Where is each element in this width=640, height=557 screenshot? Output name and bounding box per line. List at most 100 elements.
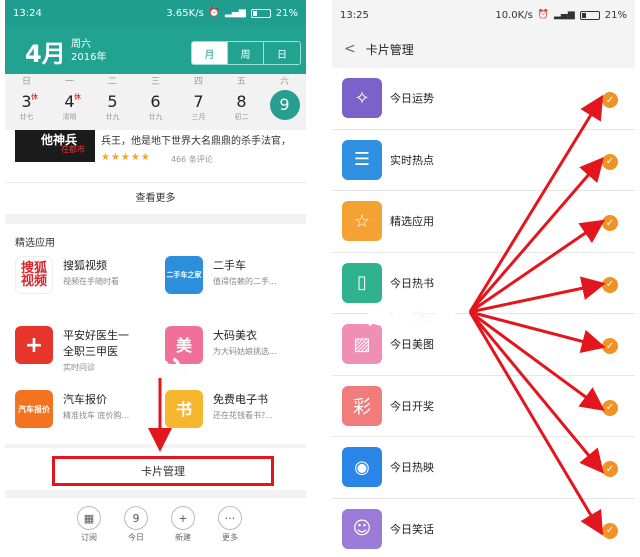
camera-icon: ◉	[342, 447, 382, 487]
medical-icon: +	[15, 326, 53, 364]
card-row[interactable]: ✧ 今日运势 ✓	[332, 68, 635, 130]
weekday-header: 四	[193, 77, 203, 87]
see-more-link[interactable]: 查看更多	[5, 182, 306, 214]
weekday-header: 日	[21, 77, 31, 87]
check-icon[interactable]: ✓	[602, 92, 618, 108]
rating-stars: ★★★★★	[101, 152, 151, 163]
used-car-icon: 二手车之家	[165, 256, 203, 294]
network-speed: 3.65K/s	[166, 7, 204, 19]
status-time: 13:25	[340, 9, 369, 21]
plus-icon: +	[171, 506, 195, 530]
year-label: 2016年	[71, 52, 107, 63]
view-week-tab[interactable]: 周	[228, 42, 264, 64]
lottery-icon: 彩	[342, 385, 382, 426]
card-label: 今日热书	[390, 276, 434, 290]
constellation-icon: ✧	[342, 78, 382, 118]
section-title: 精选应用	[15, 238, 55, 249]
card-manage-screen: 13:25 10.0K/s ⏰ ▂▄▆ 21% < 卡片管理 ✧ 今日运势 ✓ ☰ 实时…	[332, 0, 635, 557]
day-cell[interactable]: 4 休清明	[48, 90, 91, 130]
hot-book-card[interactable]: 他神兵 在都市 兵王，他是地下世界大名鼎鼎的杀手法官， ★★★★★ 466 条评…	[5, 130, 306, 182]
check-icon[interactable]: ✓	[602, 461, 618, 477]
day-cell-today[interactable]: 9	[263, 90, 306, 130]
month-label: 4月	[25, 40, 66, 68]
date-info: 周六 2016年	[71, 38, 106, 64]
page-title: 卡片管理	[365, 42, 414, 57]
check-icon[interactable]: ✓	[602, 153, 618, 170]
choose-close-annotation: 选择关闭	[367, 304, 457, 330]
check-icon[interactable]: ✓	[602, 215, 618, 231]
app-item[interactable]: 汽车报价 汽车报价 精准找车 底价购...	[5, 386, 155, 434]
battery-level: 21%	[275, 7, 298, 19]
status-time: 13:24	[13, 7, 42, 19]
card-label: 实时热点	[390, 153, 434, 167]
nav-subscribe[interactable]: ▦ 订阅	[69, 506, 109, 543]
holiday-badge: 休	[31, 93, 38, 101]
ebook-icon: 书	[165, 390, 203, 428]
grid-icon: ▦	[77, 506, 101, 530]
featured-apps-card: 精选应用 搜狐 视频 搜狐视频 视频在手随时看 二手车之家 二手车 值得信赖的二手…	[5, 224, 306, 444]
battery-level: 21%	[604, 9, 627, 21]
check-icon[interactable]: ✓	[602, 276, 618, 293]
book-icon: ▯	[342, 262, 382, 303]
book-description: 兵王，他是地下世界大名鼎鼎的杀手法官，	[101, 136, 291, 147]
nav-new[interactable]: + 新建	[163, 506, 203, 543]
app-item[interactable]: 搜狐 视频 搜狐视频 视频在手随时看	[5, 252, 155, 300]
weekday-header: 一	[64, 77, 74, 87]
comment-count: 466 条评论	[171, 155, 213, 164]
card-label: 今日热映	[390, 461, 434, 474]
view-month-tab[interactable]: 月	[192, 42, 228, 64]
card-label: 精选应用	[390, 215, 434, 228]
week-days-row: 3 休廿七 4 休清明 5 廿九 6 廿九 7 三月 8 初二 9	[5, 90, 306, 130]
status-bar: 13:24 3.65K/s ⏰ ▂▄▆ 21%	[5, 0, 306, 26]
calendar-header: 4月 周六 2016年 月 周 日	[5, 26, 306, 74]
card-label: 今日运势	[390, 92, 434, 105]
weekday-header: 六	[279, 77, 289, 87]
day-cell[interactable]: 6 廿九	[134, 90, 177, 130]
click-enter-annotation: 点击进入	[108, 356, 189, 381]
card-row[interactable]: ☺ 今日笑话 ✓	[332, 498, 635, 557]
app-item[interactable]: 二手车之家 二手车 值得信赖的二手...	[155, 252, 305, 300]
smile-icon: ☺	[342, 508, 382, 549]
card-manage-bar: 卡片管理	[5, 448, 306, 490]
calendar-screen: 13:24 3.65K/s ⏰ ▂▄▆ 21% 4月 周六 2016年 月 周 …	[5, 0, 306, 557]
alarm-icon: ⏰	[537, 10, 549, 20]
book-cover: 他神兵 在都市	[15, 130, 95, 162]
view-switcher: 月 周 日	[191, 41, 301, 65]
card-label: 今日美图	[390, 338, 434, 351]
more-icon: ···	[218, 506, 242, 530]
weekday-header: 五	[236, 77, 246, 87]
signal-icon: ▂▄▆	[554, 10, 575, 20]
weekday-header: 三	[150, 77, 160, 87]
weekday-header: 二	[107, 77, 117, 87]
car-price-icon: 汽车报价	[15, 390, 53, 428]
day-cell[interactable]: 3 休廿七	[5, 90, 48, 130]
image-icon: ▨	[342, 324, 382, 364]
check-icon[interactable]: ✓	[602, 338, 618, 354]
title-bar: < 卡片管理	[332, 30, 635, 68]
card-row[interactable]: ◉ 今日热映 ✓	[332, 437, 635, 499]
today-icon: 9	[124, 506, 148, 530]
nav-more[interactable]: ··· 更多	[210, 506, 250, 543]
card-row[interactable]: ☰ 实时热点 ✓	[332, 129, 635, 191]
back-arrow-icon[interactable]: <	[344, 41, 356, 57]
card-label: 今日笑话	[390, 522, 434, 536]
app-item[interactable]: 书 免费电子书 还在花钱看书?...	[155, 386, 305, 434]
card-row[interactable]: 彩今日开奖 ✓	[332, 375, 635, 437]
card-label: 今日开奖	[390, 399, 434, 413]
day-cell[interactable]: 7 三月	[177, 90, 220, 130]
weekday-label: 周六	[71, 39, 91, 50]
view-day-tab[interactable]: 日	[264, 42, 300, 64]
day-cell[interactable]: 5 廿九	[91, 90, 134, 130]
holiday-badge: 休	[74, 93, 81, 101]
battery-icon	[579, 10, 600, 20]
day-cell[interactable]: 8 初二	[220, 90, 263, 130]
sohu-video-icon: 搜狐 视频	[15, 256, 53, 294]
check-icon[interactable]: ✓	[602, 399, 618, 416]
check-icon[interactable]: ✓	[602, 522, 618, 539]
star-icon: ☆	[342, 201, 382, 241]
card-manage-button[interactable]: 卡片管理	[52, 456, 274, 486]
nav-today[interactable]: 9 今日	[116, 506, 156, 543]
network-speed: 10.0K/s	[495, 9, 533, 21]
card-row[interactable]: ☆ 精选应用 ✓	[332, 191, 635, 253]
status-bar: 13:25 10.0K/s ⏰ ▂▄▆ 21%	[332, 0, 635, 30]
